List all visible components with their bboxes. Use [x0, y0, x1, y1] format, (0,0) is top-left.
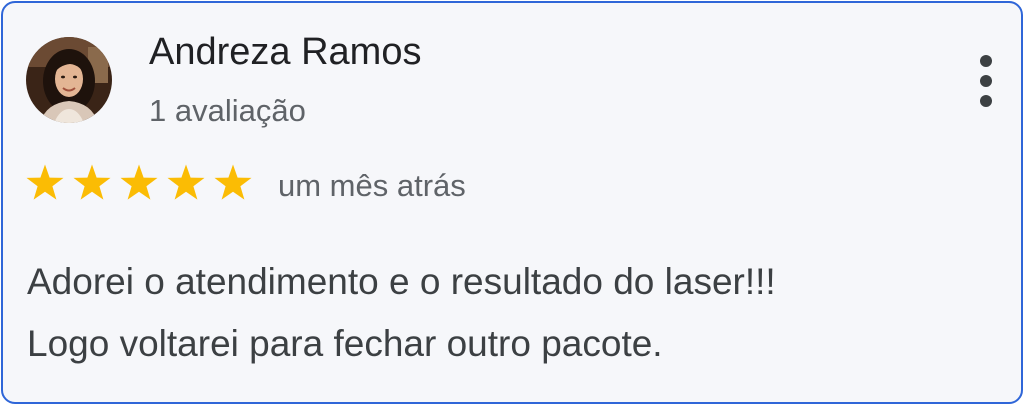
star-rating	[25, 163, 260, 207]
star-icon	[72, 163, 119, 207]
star-icon	[25, 163, 72, 207]
star-icon	[119, 163, 166, 207]
profile-photo	[26, 37, 112, 123]
author-review-count: 1 avaliação	[149, 93, 306, 128]
star-icon	[213, 163, 260, 207]
author-avatar[interactable]	[26, 37, 112, 123]
author-name[interactable]: Andreza Ramos	[149, 29, 421, 75]
review-date: um mês atrás	[278, 168, 466, 203]
more-options-button[interactable]	[971, 51, 1003, 111]
review-text-line: Adorei o atendimento e o resultado do la…	[27, 261, 776, 302]
review-card: Andreza Ramos 1 avaliação um mês atrás A…	[1, 1, 1023, 404]
review-text: Adorei o atendimento e o resultado do la…	[27, 251, 1007, 375]
star-icon	[166, 163, 213, 207]
more-vert-icon	[980, 55, 992, 67]
review-text-line: Logo voltarei para fechar outro pacote.	[27, 323, 663, 364]
